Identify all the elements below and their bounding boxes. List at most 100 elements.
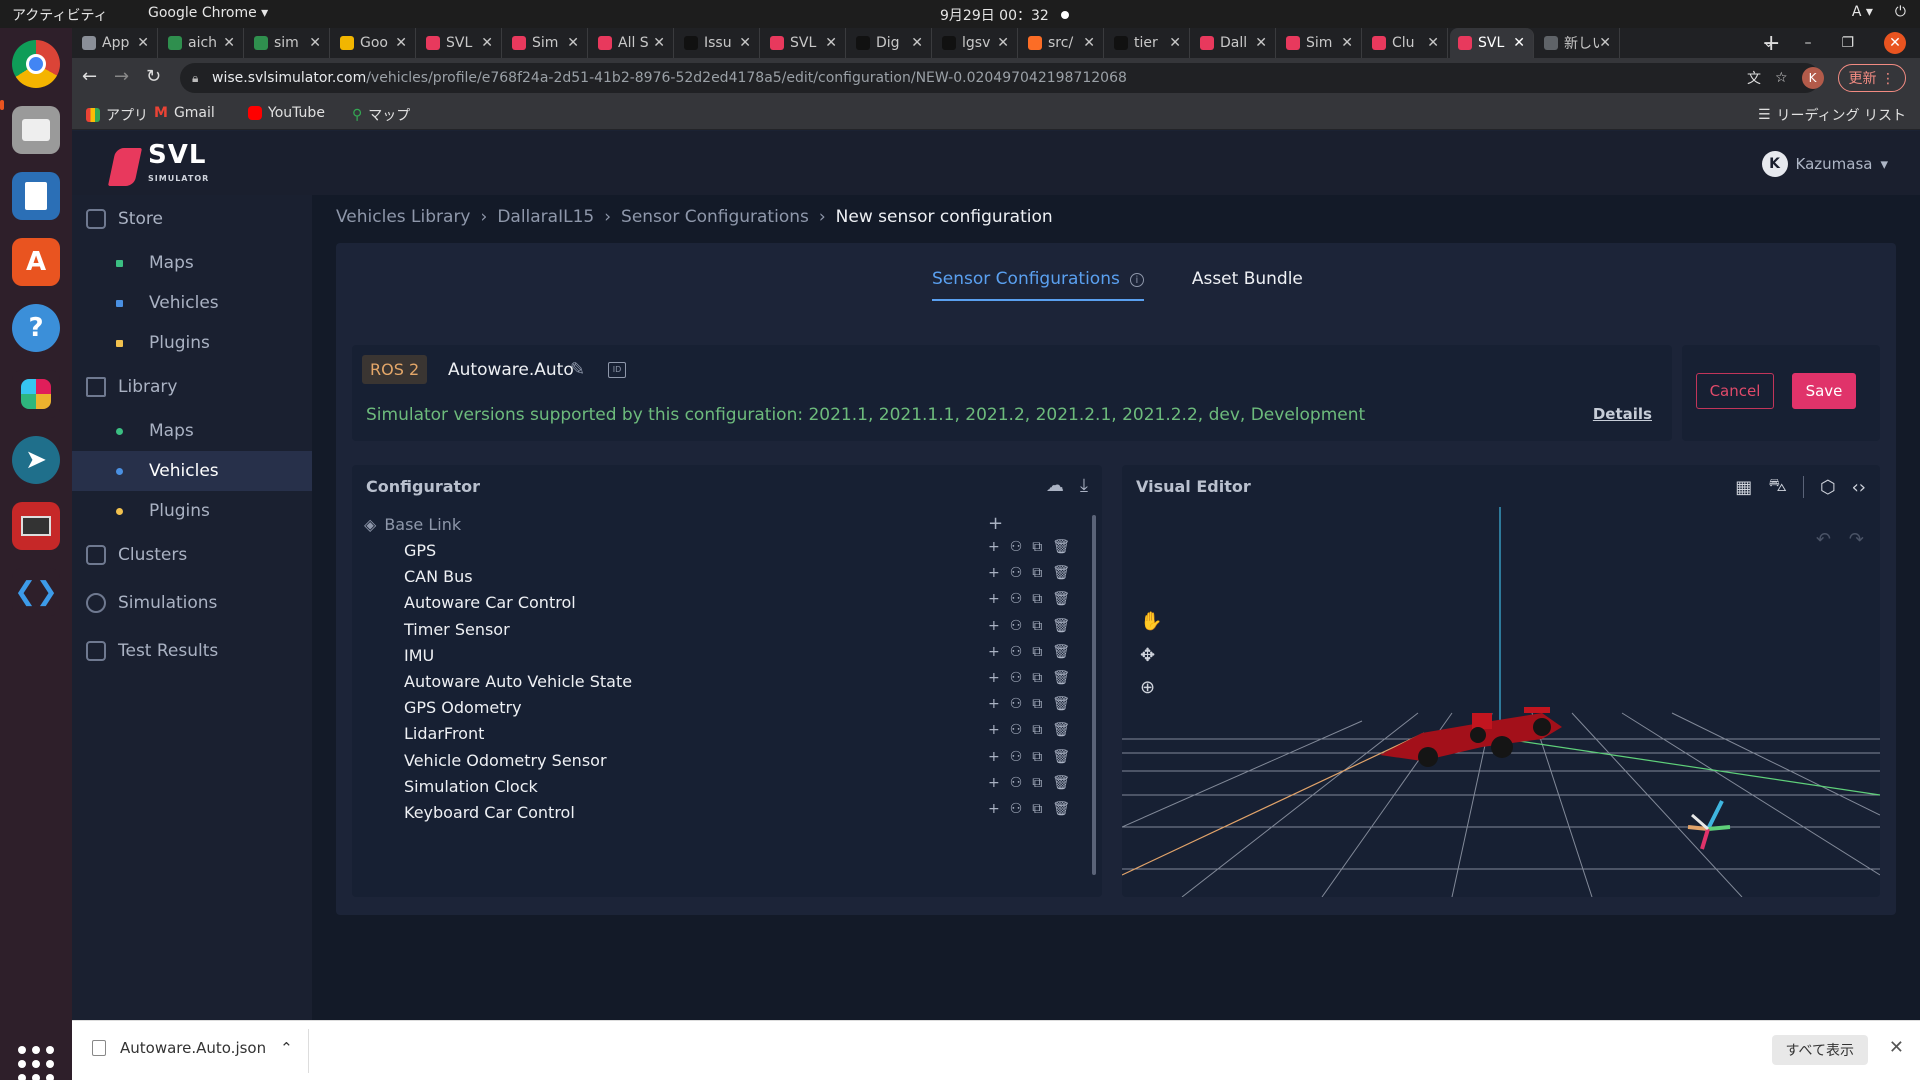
trash-icon[interactable]: 🗑︎ <box>1052 670 1070 686</box>
hierarchy-icon[interactable]: ⚇ <box>1010 539 1023 555</box>
clock[interactable]: 9月29日 00：32 <box>940 5 1069 25</box>
tab-close-icon[interactable]: ✕ <box>309 35 321 51</box>
hierarchy-icon[interactable]: ⚇ <box>1010 644 1023 660</box>
trash-icon[interactable]: 🗑︎ <box>1052 565 1070 581</box>
tab-sensor-configurations[interactable]: Sensor Configurations i <box>932 269 1144 301</box>
download-icon[interactable]: ⤓ <box>1080 475 1088 496</box>
browser-tab[interactable]: 新しい ✕ <box>1536 28 1620 58</box>
browser-tab[interactable]: Dig ✕ <box>848 28 932 58</box>
redo-icon[interactable]: ↷ <box>1849 529 1864 550</box>
browser-tab[interactable]: Sim ✕ <box>1278 28 1362 58</box>
browser-tab[interactable]: Clu ✕ <box>1364 28 1448 58</box>
tab-asset-bundle[interactable]: Asset Bundle <box>1192 269 1303 301</box>
files-icon[interactable] <box>12 106 60 154</box>
breadcrumb-vehicle[interactable]: DallaraIL15 <box>497 207 594 227</box>
app-menu[interactable]: Google Chrome ▾ <box>148 5 268 21</box>
add-child-icon[interactable]: + <box>988 696 1000 712</box>
add-child-icon[interactable]: + <box>988 670 1000 686</box>
add-child-icon[interactable]: + <box>988 644 1000 660</box>
tab-close-icon[interactable]: ✕ <box>1427 35 1439 51</box>
tab-close-icon[interactable]: ✕ <box>481 35 493 51</box>
duplicate-icon[interactable]: ⧉ <box>1032 670 1042 686</box>
show-all-button[interactable]: すべて表示 <box>1771 1035 1868 1065</box>
browser-tab[interactable]: All S ✕ <box>590 28 674 58</box>
duplicate-icon[interactable]: ⧉ <box>1032 722 1042 738</box>
trash-icon[interactable]: 🗑︎ <box>1052 749 1070 765</box>
add-child-icon[interactable]: + <box>988 801 1000 817</box>
move-arrows-icon[interactable]: ✥ <box>1140 645 1155 666</box>
tab-close-icon[interactable]: ✕ <box>395 35 407 51</box>
slack-icon[interactable] <box>12 370 60 418</box>
input-method-indicator[interactable]: A ▾ <box>1852 4 1873 20</box>
undo-icon[interactable]: ↶ <box>1816 529 1831 550</box>
hierarchy-icon[interactable]: ⚇ <box>1010 801 1023 817</box>
duplicate-icon[interactable]: ⧉ <box>1032 775 1042 791</box>
browser-tab[interactable]: lgsv ✕ <box>934 28 1018 58</box>
trash-icon[interactable]: 🗑︎ <box>1052 539 1070 555</box>
tab-close-icon[interactable]: ✕ <box>825 35 837 51</box>
add-child-icon[interactable]: + <box>988 539 1000 555</box>
car-icon[interactable]: ⛍ <box>1768 475 1787 499</box>
lock-icon[interactable]: 🔒︎ <box>192 63 198 93</box>
forward-button[interactable]: → <box>114 66 129 87</box>
duplicate-icon[interactable]: ⧉ <box>1032 696 1042 712</box>
browser-tab[interactable]: SVL ✕ <box>1450 28 1534 58</box>
configurator-scrollbar[interactable] <box>1092 515 1096 875</box>
add-child-icon[interactable]: + <box>988 618 1000 634</box>
back-button[interactable]: ← <box>82 66 97 87</box>
bookmark-star-icon[interactable]: ☆ <box>1775 70 1788 86</box>
browser-tab[interactable]: Dall ✕ <box>1192 28 1276 58</box>
tab-close-icon[interactable]: ✕ <box>1255 35 1267 51</box>
sidebar-item-store-maps[interactable]: Maps <box>72 243 312 283</box>
tab-close-icon[interactable]: ✕ <box>997 35 1009 51</box>
duplicate-icon[interactable]: ⧉ <box>1032 801 1042 817</box>
tab-close-icon[interactable]: ✕ <box>739 35 751 51</box>
breadcrumb-sensor-configurations[interactable]: Sensor Configurations <box>621 207 809 227</box>
bookmark-gmail[interactable]: M Gmail <box>154 105 215 121</box>
add-child-icon[interactable]: + <box>988 749 1000 765</box>
add-child-icon[interactable]: + <box>988 591 1000 607</box>
duplicate-icon[interactable]: ⧉ <box>1032 539 1042 555</box>
trash-icon[interactable]: 🗑︎ <box>1052 801 1070 817</box>
base-link-node[interactable]: ◈ Base Link <box>364 515 461 534</box>
hierarchy-icon[interactable]: ⚇ <box>1010 565 1023 581</box>
browser-tab[interactable]: Issu ✕ <box>676 28 760 58</box>
breadcrumb-vehicles-library[interactable]: Vehicles Library <box>336 207 471 227</box>
hierarchy-icon[interactable]: ⚇ <box>1010 591 1023 607</box>
sidebar-store[interactable]: Store <box>72 199 312 239</box>
show-applications-icon[interactable] <box>18 1046 54 1080</box>
vscode-icon[interactable]: ❮❯ <box>12 568 60 616</box>
browser-tab[interactable]: Goo ✕ <box>332 28 416 58</box>
sidebar-item-store-vehicles[interactable]: Vehicles <box>72 283 312 323</box>
add-child-icon[interactable]: + <box>988 513 1003 534</box>
browser-tab[interactable]: SVL ✕ <box>418 28 502 58</box>
activities-button[interactable]: アクティビティ <box>12 5 108 25</box>
cancel-button[interactable]: Cancel <box>1696 373 1774 409</box>
cube-icon[interactable]: ⬡ <box>1820 477 1836 498</box>
duplicate-icon[interactable]: ⧉ <box>1032 749 1042 765</box>
tab-close-icon[interactable]: ✕ <box>911 35 923 51</box>
code-icon[interactable]: ‹› <box>1852 477 1866 498</box>
pencil-icon[interactable]: ✎ <box>570 359 585 380</box>
close-icon[interactable]: ✕ <box>1889 1037 1904 1058</box>
system-tray[interactable]: A ▾ ⏻ <box>1852 4 1906 20</box>
trash-icon[interactable]: 🗑︎ <box>1052 644 1070 660</box>
bookmark-apps[interactable]: アプリ <box>86 105 148 125</box>
tab-close-icon[interactable]: ✕ <box>567 35 579 51</box>
browser-tab[interactable]: aich ✕ <box>160 28 244 58</box>
bookmark-maps[interactable]: ⚲ マップ <box>352 105 410 125</box>
add-child-icon[interactable]: + <box>988 722 1000 738</box>
orbit-globe-icon[interactable]: ⊕ <box>1140 677 1155 698</box>
tab-close-icon[interactable]: ✕ <box>1513 35 1525 51</box>
trash-icon[interactable]: 🗑︎ <box>1052 696 1070 712</box>
3d-viewport[interactable] <box>1122 465 1880 897</box>
trash-icon[interactable]: 🗑︎ <box>1052 722 1070 738</box>
remote-desktop-icon[interactable] <box>12 502 60 550</box>
hierarchy-icon[interactable]: ⚇ <box>1010 670 1023 686</box>
browser-tab[interactable]: src/ ✕ <box>1020 28 1104 58</box>
trash-icon[interactable]: 🗑︎ <box>1052 618 1070 634</box>
hierarchy-icon[interactable]: ⚇ <box>1010 749 1023 765</box>
sidebar-item-store-plugins[interactable]: Plugins <box>72 323 312 363</box>
telegram-icon[interactable]: ➤ <box>12 436 60 484</box>
hierarchy-icon[interactable]: ⚇ <box>1010 618 1023 634</box>
